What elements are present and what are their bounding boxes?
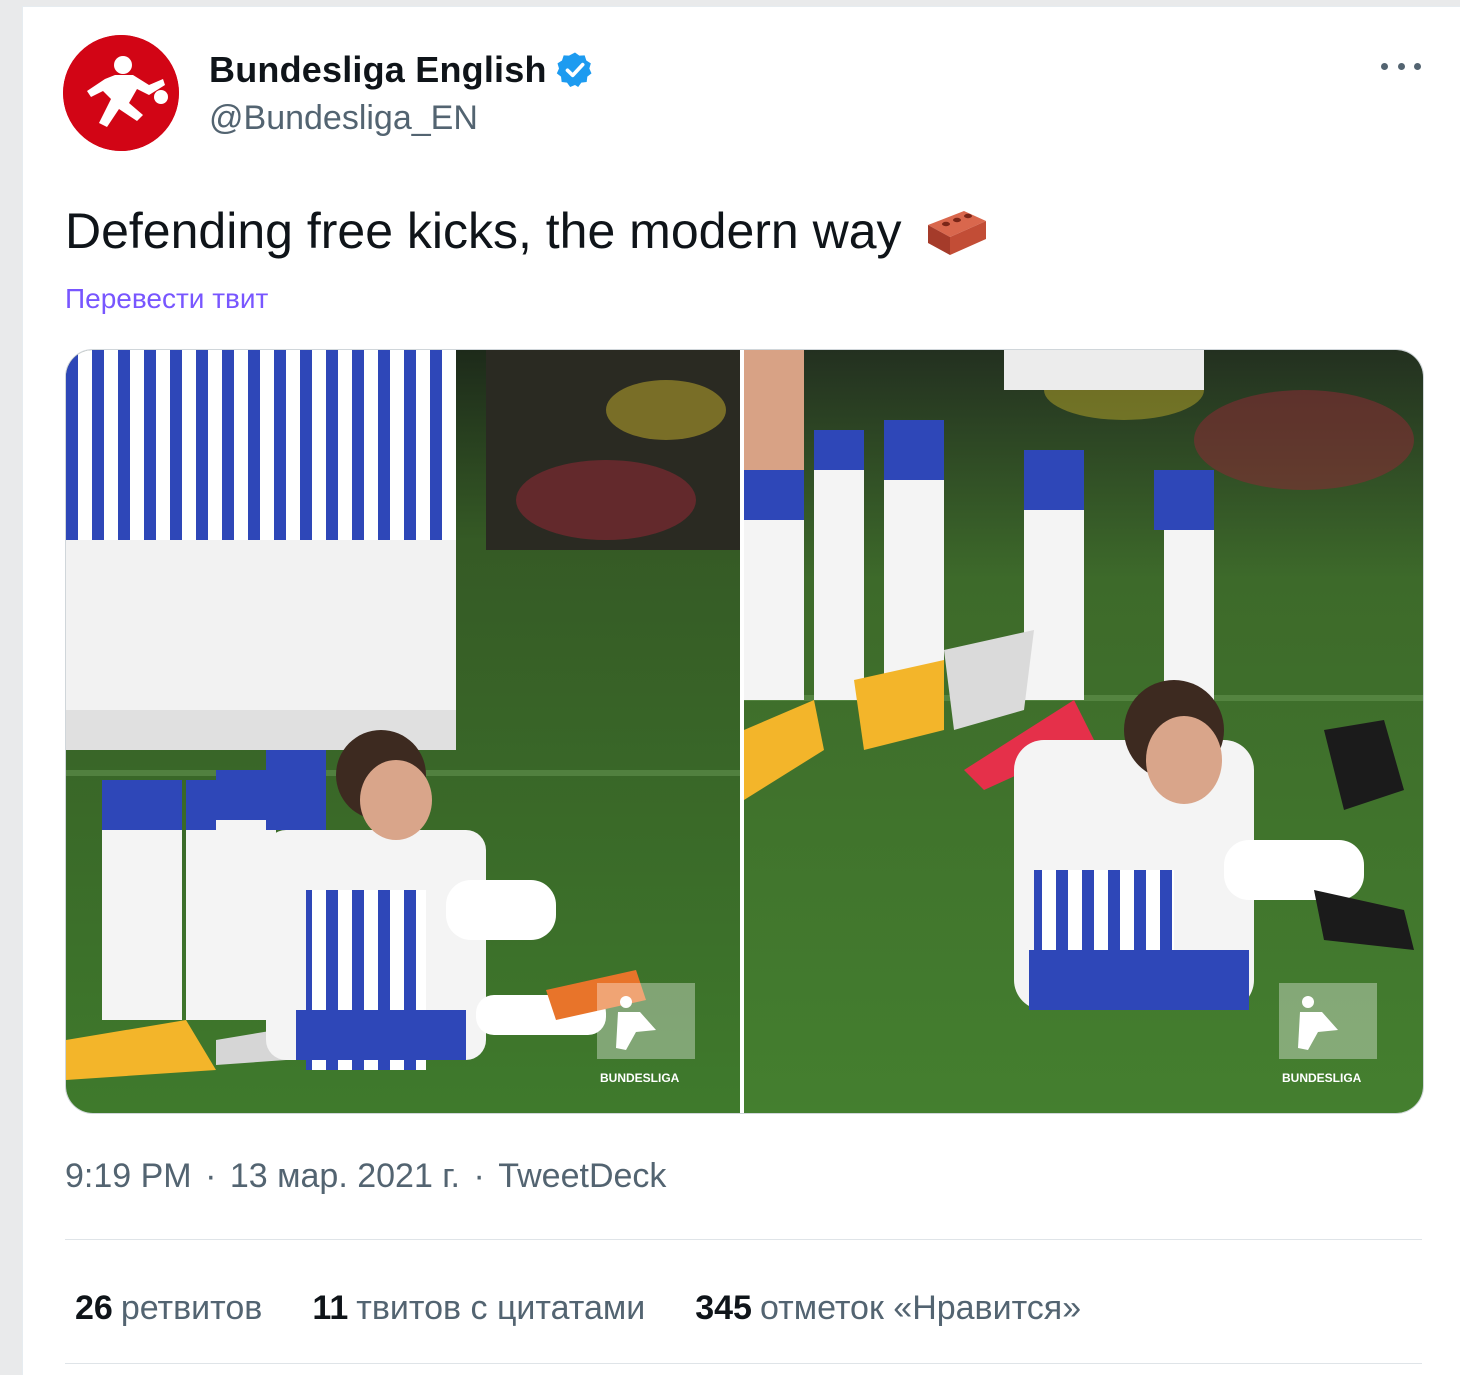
quotes-count: 11	[312, 1289, 349, 1327]
retweets-label: ретвитов	[120, 1289, 263, 1327]
photo-1-watermark: BUNDESLIGA	[600, 1071, 680, 1085]
tweet-stats: 26 ретвитов 11 твитов с цитатами 345 отмето…	[75, 1289, 1131, 1328]
avatar[interactable]	[63, 35, 179, 151]
football-photo-wall-icon: BUNDESLIGA	[66, 350, 740, 1113]
divider	[65, 1363, 1422, 1364]
author-name-row[interactable]: Bundesliga English	[209, 49, 595, 91]
tweet-text-content: Defending free kicks, the modern way	[65, 203, 902, 259]
translate-tweet-link[interactable]: Перевести твит	[65, 283, 268, 315]
tweet-card: Bundesliga English @Bundesliga_EN Defend…	[22, 6, 1460, 1375]
tweet-date[interactable]: 13 мар. 2021 г.	[230, 1157, 460, 1195]
photo-2[interactable]: BUNDESLIGA	[744, 350, 1423, 1113]
retweets-count: 26	[75, 1289, 113, 1327]
display-name[interactable]: Bundesliga English	[209, 49, 547, 91]
media-grid: BUNDESLIGA BUNDESLIGA	[65, 349, 1424, 1114]
retweets-stat[interactable]: 26 ретвитов	[75, 1289, 262, 1328]
dot-icon	[1381, 62, 1388, 70]
more-options-button[interactable]	[1381, 51, 1421, 81]
dot-icon	[1397, 62, 1405, 70]
likes-stat[interactable]: 345 отметок «Нравится»	[695, 1289, 1081, 1328]
bundesliga-logo-icon	[63, 35, 179, 151]
tweet-source[interactable]: TweetDeck	[498, 1157, 666, 1195]
meta-separator: ·	[473, 1157, 485, 1195]
likes-count: 345	[695, 1289, 752, 1327]
photo-1[interactable]: BUNDESLIGA	[66, 350, 740, 1113]
divider	[65, 1239, 1422, 1240]
tweet-meta: 9:19 PM · 13 мар. 2021 г. · TweetDeck	[65, 1157, 666, 1196]
dot-icon	[1414, 62, 1421, 70]
tweet-text: Defending free kicks, the modern way	[65, 201, 990, 261]
quotes-label: твитов с цитатами	[356, 1289, 646, 1327]
football-photo-jump-icon: BUNDESLIGA	[744, 350, 1423, 1113]
meta-separator: ·	[205, 1157, 217, 1195]
brick-icon	[927, 211, 986, 255]
likes-label: отметок «Нравится»	[759, 1289, 1082, 1327]
verified-badge-icon	[556, 52, 592, 87]
photo-2-watermark: BUNDESLIGA	[1282, 1071, 1362, 1085]
tweet-time[interactable]: 9:19 PM	[65, 1157, 192, 1195]
author-handle[interactable]: @Bundesliga_EN	[209, 99, 478, 138]
quote-tweets-stat[interactable]: 11 твитов с цитатами	[312, 1289, 645, 1328]
